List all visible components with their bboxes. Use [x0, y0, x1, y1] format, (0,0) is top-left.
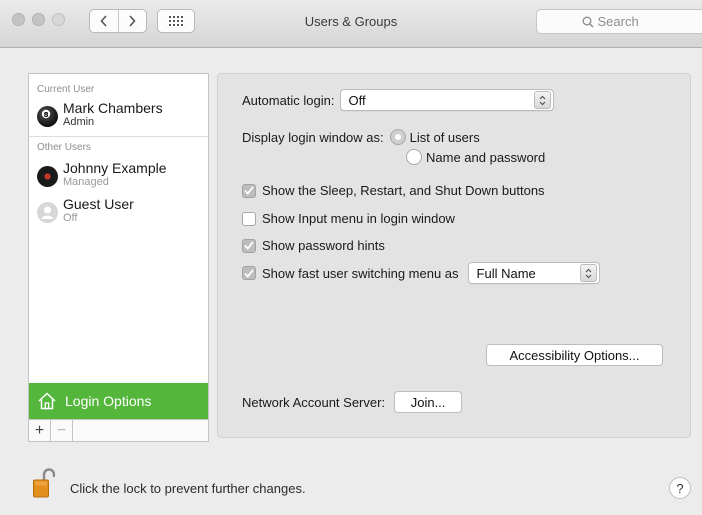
checkbox-label: Show Input menu in login window	[262, 211, 455, 226]
display-login-row: Display login window as: List of users	[242, 129, 480, 145]
house-icon	[38, 392, 56, 410]
radio-button[interactable]	[389, 129, 406, 145]
radio-name-and-password[interactable]: Name and password	[406, 149, 545, 165]
grid-icon	[169, 16, 183, 26]
users-list: Current User 8 Mark Chambers Admin Other…	[28, 73, 209, 442]
guest-person-icon	[37, 202, 58, 223]
checkbox[interactable]	[242, 266, 256, 280]
login-options-panel: Automatic login: Off Display login windo…	[217, 73, 691, 438]
magnifier-icon	[582, 16, 594, 28]
lock-open-icon[interactable]	[33, 468, 56, 498]
back-button[interactable]	[90, 10, 118, 32]
show-all-button[interactable]	[157, 9, 195, 33]
automatic-login-label: Automatic login:	[242, 92, 335, 108]
checkbox[interactable]	[242, 238, 256, 253]
user-role: Managed	[63, 176, 109, 188]
join-button[interactable]: Join...	[394, 391, 463, 413]
lock-status-text: Click the lock to prevent further change…	[70, 481, 306, 496]
checkbox[interactable]	[242, 211, 256, 226]
user-item-guest-user[interactable]: Guest User Off	[37, 196, 207, 232]
svg-text:8: 8	[44, 111, 49, 119]
user-role: Off	[63, 212, 78, 224]
forward-button[interactable]	[117, 10, 147, 32]
user-name: Johnny Example	[63, 160, 167, 176]
radio-label: Name and password	[426, 149, 546, 165]
radio-button[interactable]	[406, 149, 422, 165]
user-item-johnny-example[interactable]: Johnny Example Managed	[37, 160, 207, 196]
remove-user-button[interactable]: −	[51, 420, 73, 441]
network-server-label: Network Account Server:	[242, 394, 386, 410]
user-name: Mark Chambers	[63, 100, 163, 116]
radio-label: List of users	[409, 129, 480, 145]
window-title: Users & Groups	[304, 14, 398, 29]
chevron-right-icon	[129, 15, 136, 27]
automatic-login-row: Automatic login: Off	[242, 89, 554, 111]
checkmark-icon	[244, 268, 254, 278]
divider	[29, 136, 208, 137]
fast-switch-value: Full Name	[476, 265, 536, 281]
vinyl-record-avatar	[37, 166, 58, 187]
user-name: Guest User	[63, 196, 134, 212]
help-button[interactable]: ?	[669, 477, 691, 499]
checkbox-input-menu[interactable]: Show Input menu in login window	[242, 211, 455, 226]
eight-ball-avatar: 8	[37, 106, 58, 127]
minimize-window-button[interactable]	[32, 13, 45, 26]
checkmark-icon	[244, 241, 254, 250]
accessibility-options-button[interactable]: Accessibility Options...	[486, 344, 663, 366]
popup-stepper-icon	[579, 264, 597, 282]
checkbox-label: Show password hints	[262, 238, 385, 253]
user-role: Admin	[63, 116, 95, 128]
popup-stepper-icon	[533, 91, 551, 109]
display-login-label: Display login window as:	[242, 129, 384, 145]
search-input[interactable]	[597, 14, 658, 29]
checkbox[interactable]	[242, 183, 256, 198]
checkbox-label: Show the Sleep, Restart, and Shut Down b…	[262, 183, 545, 198]
fast-switch-popup[interactable]: Full Name	[467, 262, 600, 284]
current-user-label: Current User	[37, 84, 95, 95]
search-field[interactable]	[536, 9, 702, 34]
network-server-row: Network Account Server: Join...	[242, 391, 463, 413]
automatic-login-value: Off	[348, 92, 366, 108]
radio-list-of-users[interactable]: List of users	[389, 129, 480, 145]
checkbox-fast-user-switching: Show fast user switching menu as Full Na…	[242, 262, 600, 284]
checkbox-sleep-restart-shutdown[interactable]: Show the Sleep, Restart, and Shut Down b…	[242, 183, 545, 198]
checkmark-icon	[244, 186, 254, 195]
accessibility-row: Accessibility Options...	[486, 344, 663, 366]
user-item-mark-chambers[interactable]: 8 Mark Chambers Admin	[37, 100, 207, 136]
navigation-buttons	[89, 9, 147, 33]
title-bar: Users & Groups	[0, 0, 702, 48]
chevron-left-icon	[100, 15, 107, 27]
other-users-label: Other Users	[37, 142, 91, 153]
close-window-button[interactable]	[12, 13, 25, 26]
checkbox-label: Show fast user switching menu as	[262, 265, 459, 281]
login-options-label: Login Options	[65, 393, 152, 409]
automatic-login-popup[interactable]: Off	[339, 89, 554, 111]
login-options-item[interactable]: Login Options	[29, 383, 208, 419]
checkbox-password-hints[interactable]: Show password hints	[242, 238, 385, 253]
add-user-button[interactable]: +	[29, 420, 51, 441]
zoom-window-button[interactable]	[52, 13, 65, 26]
list-controls: + −	[29, 419, 208, 441]
